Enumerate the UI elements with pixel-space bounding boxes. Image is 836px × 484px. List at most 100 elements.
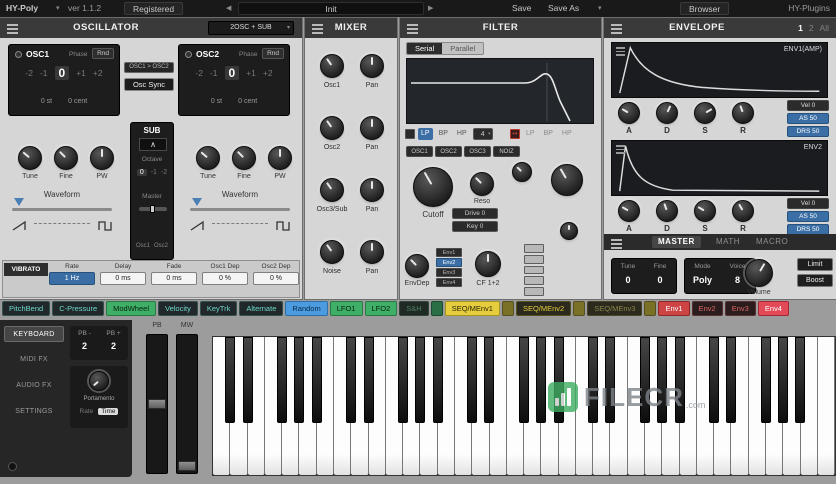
env2-attack-knob[interactable] [618,200,640,222]
filter-response-display[interactable] [406,58,594,124]
mod-alternate[interactable]: Alternate [239,301,284,316]
black-key[interactable] [415,337,426,423]
osc2-cent-value[interactable]: 0 cent [238,98,257,105]
env2-menu-icon[interactable] [616,145,625,154]
mixer-osc2-pan-knob[interactable] [360,116,384,140]
mod-env2[interactable]: Env2 [691,301,723,316]
vibrato-title[interactable]: VIBRATO [4,263,48,276]
filter2-bp-button[interactable]: BP [541,128,556,140]
filter-env4-button[interactable]: Env4 [436,278,462,287]
mod-env3[interactable]: Env3 [724,301,756,316]
filter2-reso-knob[interactable] [560,222,578,240]
master-fine-value[interactable]: 0 [644,275,676,285]
limit-button[interactable]: Limit [797,258,833,271]
master-mode-value[interactable]: Poly [685,275,720,285]
mod-s-h[interactable]: S&H [399,301,429,316]
black-key[interactable] [639,337,650,423]
filter-slope-dropdown[interactable]: 4 ▾ [472,128,493,140]
env2-vel-badge[interactable]: Vel 0 [787,198,829,209]
black-key[interactable] [363,337,374,423]
osc1-oct-+2[interactable]: +2 [93,68,103,78]
mod-c-pressure[interactable]: C-Pressure [52,301,105,316]
envdep-knob[interactable] [405,254,429,278]
env2-release-knob[interactable] [732,200,754,222]
sidebar-item-settings[interactable]: SETTINGS [4,404,64,420]
black-key[interactable] [311,337,322,423]
filter1-hp-button[interactable]: HP [454,128,470,140]
env2-display[interactable]: ENV2 [611,140,828,196]
env2-sustain-knob[interactable] [694,200,716,222]
osc1-phase-rnd-button[interactable]: Rnd [92,48,114,59]
routing-parallel[interactable]: Parallel [442,43,483,54]
sub-waveform-display[interactable]: ∧ [139,138,167,151]
osc2-led[interactable] [185,51,192,58]
osc1-tune-knob[interactable] [18,146,42,170]
sidebar-item-keyboard[interactable]: KEYBOARD [4,326,64,342]
filter2-lp-button[interactable]: LP [523,128,538,140]
sub-routing[interactable]: Osc1 Osc2 [131,243,173,249]
black-key[interactable] [795,337,806,423]
mixer-noise-pan-knob[interactable] [360,240,384,264]
registered-button[interactable]: Registered [124,2,184,15]
osc-sync-button[interactable]: Osc Sync [124,78,174,91]
env2-as-badge[interactable]: AS 50 [787,211,829,222]
osc1-oct--2[interactable]: -2 [25,68,33,78]
reso-knob[interactable] [470,172,494,196]
osc2-waveform-marker[interactable] [192,198,202,206]
osc1-oct--1[interactable]: -1 [40,68,48,78]
filter-routing-switch[interactable]: Serial Parallel [406,42,485,55]
black-key[interactable] [778,337,789,423]
save-button[interactable]: Save [512,0,531,17]
osc1-oct-+1[interactable]: +1 [76,68,86,78]
osc-mode-dropdown[interactable]: 2OSC + SUB ▾ [208,21,294,35]
preset-next-icon[interactable]: ▶ [428,0,433,17]
menv3-icon[interactable] [644,301,657,316]
mod-random[interactable]: Random [285,301,328,316]
browser-button[interactable]: Browser [680,2,730,15]
black-key[interactable] [605,337,616,423]
black-key[interactable] [467,337,478,423]
pb-minus-value[interactable]: 2 [70,341,99,351]
version-caret-icon[interactable]: ▾ [56,0,60,17]
env1-decay-knob[interactable] [656,102,678,124]
cf-knob[interactable] [475,251,501,277]
filter-env2-button[interactable]: Env2 [436,258,462,267]
osc2-phase-rnd-button[interactable]: Rnd [262,48,284,59]
black-key[interactable] [277,337,288,423]
portamento-rate-option[interactable]: Rate [80,408,94,415]
env-tab-all[interactable]: All [820,23,829,33]
key-field[interactable]: Key 0 [452,221,498,232]
env1-display[interactable]: ENV1(AMP) [611,42,828,98]
osc2-pw-knob[interactable] [268,146,292,170]
menv1-icon[interactable] [501,301,514,316]
master-menu-icon[interactable] [611,239,622,249]
mod-seq-menv3[interactable]: SEQ/MEnv3 [587,301,643,316]
modwheel-slider[interactable] [176,334,198,474]
sidebar-item-audio-fx[interactable]: AUDIO FX [4,378,64,394]
black-key[interactable] [553,337,564,423]
pitchbend-slider[interactable] [146,334,168,474]
black-key[interactable] [709,337,720,423]
osc2-oct--2[interactable]: -2 [195,68,203,78]
mod-lfo2[interactable]: LFO2 [364,301,398,316]
filter2-disabled-icon[interactable]: ↦ [510,129,520,139]
black-key[interactable] [398,337,409,423]
seq-grid-icon[interactable] [430,301,443,316]
sub-route-osc1[interactable]: Osc1 [136,243,150,249]
volume-knob[interactable] [745,259,773,287]
piano-keyboard[interactable] [212,336,836,476]
black-key[interactable] [346,337,357,423]
vibrato-osc2dep-value[interactable]: 0 % [253,272,299,285]
mixer-osc2-level-knob[interactable] [320,116,344,140]
black-key[interactable] [519,337,529,423]
black-key[interactable] [760,337,771,423]
mod-modwheel[interactable]: ModWheel [106,301,156,316]
env2-decay-knob[interactable] [656,200,678,222]
osc2-octave-selector[interactable]: -2 -1 0 +1 +2 [179,66,289,80]
env1-sustain-knob[interactable] [694,102,716,124]
mixer-noise-level-knob[interactable] [320,240,344,264]
routing-serial[interactable]: Serial [407,43,443,54]
sidebar-item-midi-fx[interactable]: MIDI FX [4,352,64,368]
vibrato-osc1dep-value[interactable]: 0 % [202,272,248,285]
sub-oct--1[interactable]: -1 [151,169,157,176]
